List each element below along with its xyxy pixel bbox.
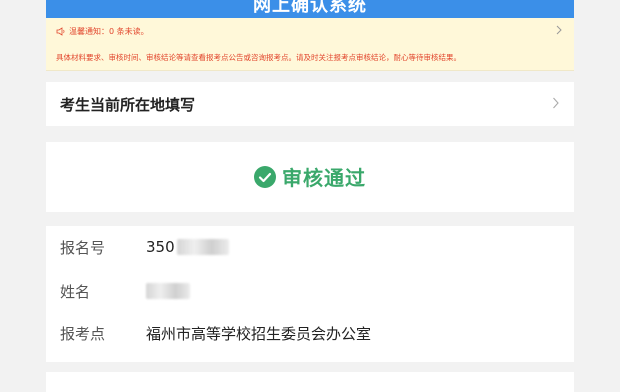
review-status-card: 审核通过 (46, 142, 574, 212)
redacted-block (146, 283, 190, 299)
info-row-exam-site: 报考点 福州市高等学校招生委员会办公室 (46, 318, 574, 348)
candidate-info-card: 报名号 350 姓名 报考点 福州市高等学校招生委员会办公室 (46, 226, 574, 362)
review-status-text: 审核通过 (282, 166, 366, 190)
exam-site-value: 福州市高等学校招生委员会办公室 (146, 324, 372, 343)
info-label: 报名号 (60, 238, 106, 257)
notice-banner[interactable]: 温馨通知：0 条未读。 具体材料要求、审核时间、审核结论等请查看报考点公告或咨询… (46, 18, 574, 71)
check-circle-icon (254, 165, 276, 188)
location-entry-label: 考生当前所在地填写 (60, 96, 196, 114)
chevron-right-icon (553, 97, 559, 109)
notice-unread-text: 温馨通知：0 条未读。 (69, 27, 149, 36)
chevron-right-icon[interactable] (554, 24, 564, 36)
info-label: 姓名 (60, 282, 91, 301)
header-bar: 网上确认系统 (46, 0, 574, 18)
next-section-card (46, 372, 574, 392)
notice-detail-text: 具体材料要求、审核时间、审核结论等请查看报考点公告或咨询报考点。请及时关注报考点… (56, 53, 461, 62)
info-row-registration-number: 报名号 350 (46, 232, 574, 262)
redacted-block (176, 239, 229, 255)
info-row-name: 姓名 (46, 276, 574, 306)
info-label: 报考点 (60, 324, 106, 343)
registration-number-value: 350 (146, 238, 175, 256)
speaker-icon (56, 27, 65, 36)
header-title: 网上确认系统 (253, 0, 367, 16)
location-entry-card[interactable]: 考生当前所在地填写 (46, 82, 574, 126)
